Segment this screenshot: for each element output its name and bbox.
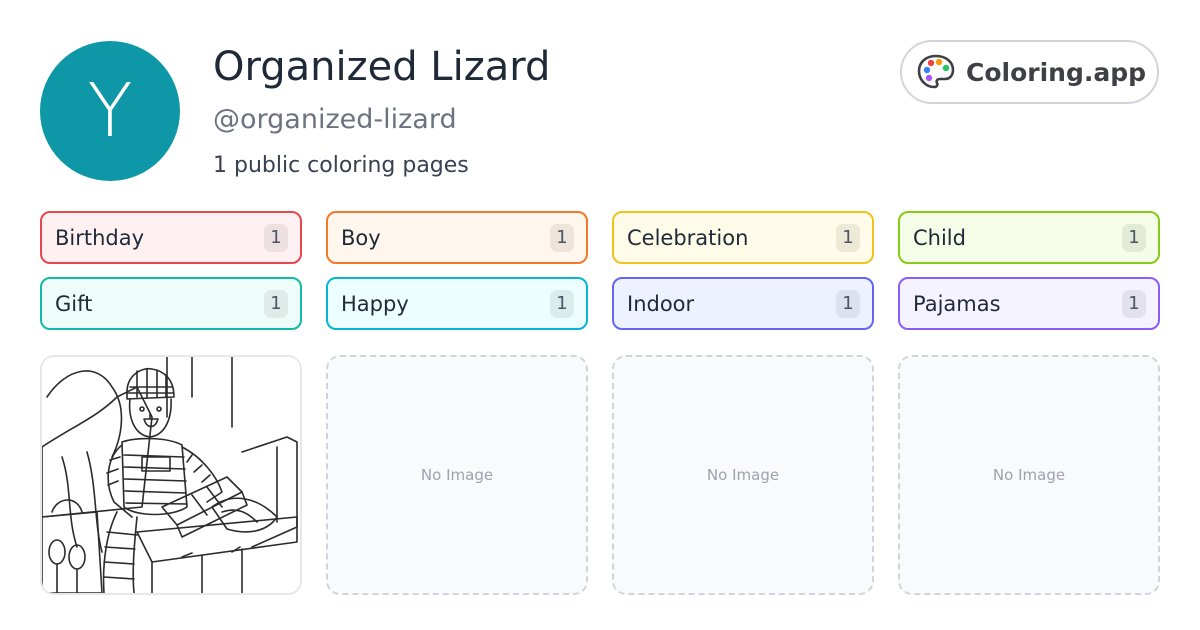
tag-list: Birthday 1 Boy 1 Celebration 1 Child 1 G… bbox=[40, 211, 1160, 330]
coloring-page-grid: No Image No Image No Image bbox=[40, 355, 1160, 595]
tag-label: Indoor bbox=[627, 291, 695, 316]
tag-count: 1 bbox=[836, 289, 860, 318]
tag-chip-boy[interactable]: Boy 1 bbox=[326, 211, 588, 264]
profile-handle: @organized-lizard bbox=[213, 104, 457, 135]
tag-label: Gift bbox=[55, 291, 93, 316]
tag-label: Happy bbox=[341, 291, 409, 316]
page-count: 1 public coloring pages bbox=[213, 153, 469, 178]
no-image-label: No Image bbox=[992, 466, 1066, 484]
tag-chip-happy[interactable]: Happy 1 bbox=[326, 277, 588, 330]
tag-chip-pajamas[interactable]: Pajamas 1 bbox=[898, 277, 1160, 330]
tag-chip-birthday[interactable]: Birthday 1 bbox=[40, 211, 302, 264]
tag-label: Child bbox=[913, 225, 966, 250]
coloring-page-thumbnail bbox=[42, 357, 298, 593]
tag-count: 1 bbox=[1122, 223, 1146, 252]
coloring-page-card[interactable] bbox=[40, 355, 302, 595]
brand-label: Coloring.app bbox=[966, 57, 1147, 87]
profile-name: Organized Lizard bbox=[213, 44, 551, 90]
coloring-page-card-empty[interactable]: No Image bbox=[612, 355, 874, 595]
palette-icon bbox=[917, 54, 955, 89]
coloring-page-card-empty[interactable]: No Image bbox=[326, 355, 588, 595]
tag-label: Celebration bbox=[627, 225, 749, 250]
tag-count: 1 bbox=[836, 223, 860, 252]
tag-count: 1 bbox=[1122, 289, 1146, 318]
no-image-label: No Image bbox=[420, 466, 494, 484]
tag-count: 1 bbox=[550, 223, 574, 252]
avatar: Y bbox=[40, 41, 180, 181]
tag-chip-gift[interactable]: Gift 1 bbox=[40, 277, 302, 330]
coloring-page-card-empty[interactable]: No Image bbox=[898, 355, 1160, 595]
tag-label: Birthday bbox=[55, 225, 145, 250]
tag-count: 1 bbox=[264, 223, 288, 252]
tag-chip-indoor[interactable]: Indoor 1 bbox=[612, 277, 874, 330]
tag-label: Boy bbox=[341, 225, 381, 250]
tag-label: Pajamas bbox=[913, 291, 1001, 316]
no-image-label: No Image bbox=[706, 466, 780, 484]
tag-count: 1 bbox=[550, 289, 574, 318]
tag-chip-celebration[interactable]: Celebration 1 bbox=[612, 211, 874, 264]
tag-count: 1 bbox=[264, 289, 288, 318]
brand-badge[interactable]: Coloring.app bbox=[900, 40, 1159, 104]
tag-chip-child[interactable]: Child 1 bbox=[898, 211, 1160, 264]
avatar-initial: Y bbox=[87, 68, 133, 154]
